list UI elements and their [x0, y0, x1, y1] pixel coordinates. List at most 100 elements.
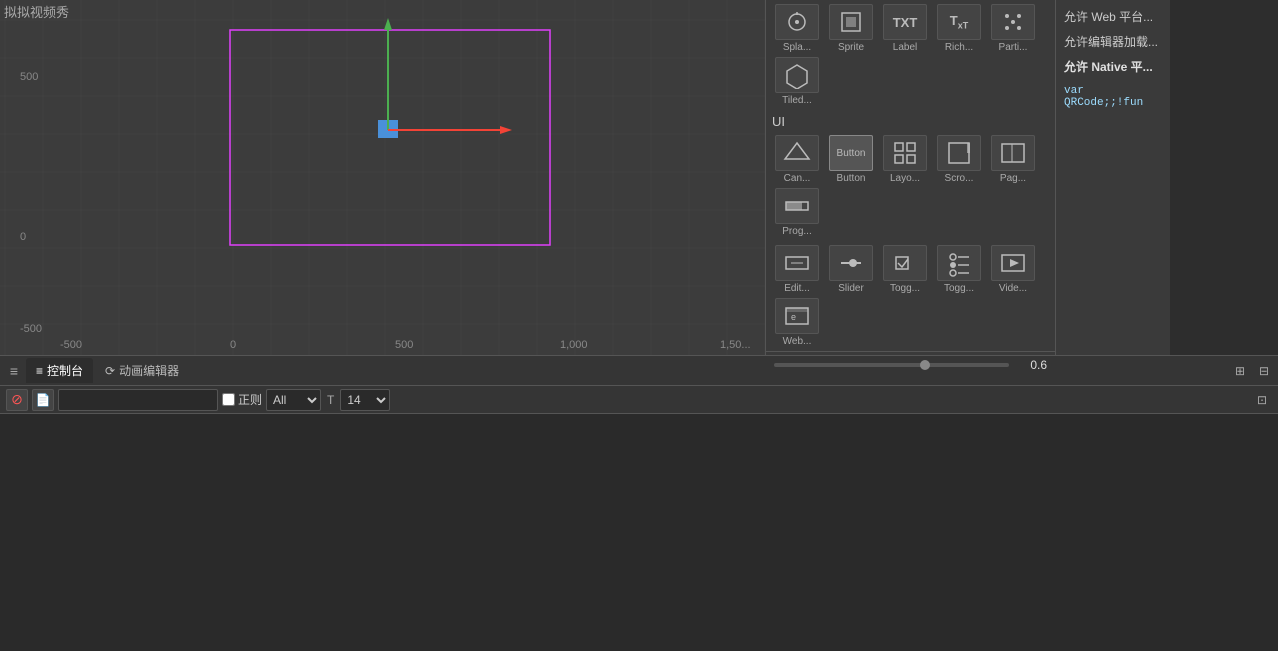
- svg-text:0: 0: [20, 231, 26, 243]
- zoom-slider-value: 0.6: [1015, 358, 1047, 372]
- tab-console-icon: ≡: [36, 364, 43, 378]
- layout-component-icon: [883, 135, 927, 171]
- richtext-label: Rich...: [945, 42, 973, 53]
- canvas-component-label: Can...: [784, 173, 811, 184]
- clear-btn[interactable]: ⊘: [6, 389, 28, 411]
- ui-icons-row1: Can... Button Button Layo...: [766, 131, 1055, 241]
- svg-text:e: e: [791, 312, 796, 322]
- canvas-grid-svg: 500 0 -500 -500 0 500 1,000 1,50...: [0, 0, 765, 355]
- button-component-icon: Button: [829, 135, 873, 171]
- tab-menu-icon[interactable]: ≡: [4, 361, 24, 381]
- tab-expand-btn[interactable]: ⊞: [1230, 361, 1250, 381]
- particle-icon-box: [991, 4, 1035, 40]
- richtext-icon-box: TxT: [937, 4, 981, 40]
- tab-anim-icon: ⟳: [105, 364, 115, 378]
- tab-console-label: 控制台: [47, 362, 83, 379]
- svg-text:500: 500: [395, 339, 413, 351]
- canvas-component-item[interactable]: Can...: [772, 135, 822, 184]
- particle-icon-item[interactable]: Parti...: [988, 4, 1038, 53]
- tab-console[interactable]: ≡ 控制台: [26, 358, 93, 383]
- zoom-slider-thumb[interactable]: [920, 360, 930, 370]
- sprite-icon-box: [829, 4, 873, 40]
- bottom-tab-bar: ≡ ≡ 控制台 ⟳ 动画编辑器 ⊞ ⊟: [0, 356, 1278, 386]
- tab-anim-editor[interactable]: ⟳ 动画编辑器: [95, 358, 189, 383]
- label-label: Label: [893, 42, 917, 53]
- font-size-select[interactable]: 14 12 16: [340, 389, 390, 411]
- tab-anim-label: 动画编辑器: [119, 362, 179, 379]
- richtext-icon-item[interactable]: TxT Rich...: [934, 4, 984, 53]
- toolbar-separator: T: [325, 393, 336, 407]
- videoplayer-component-icon: [991, 245, 1035, 281]
- particle-label: Parti...: [999, 42, 1028, 53]
- webview-component-icon: e: [775, 298, 819, 334]
- perm-editor-addon: 允许编辑器加载...: [1056, 29, 1170, 54]
- sprite-icon-item[interactable]: Sprite: [826, 4, 876, 53]
- pageview-component-label: Pag...: [1000, 173, 1026, 184]
- scrollview-component-label: Scro...: [945, 173, 974, 184]
- console-maximize-btn[interactable]: ⊡: [1252, 390, 1272, 410]
- label-icon-box: TXT: [883, 4, 927, 40]
- svg-text:-500: -500: [20, 323, 42, 335]
- toggle-component-icon: [883, 245, 927, 281]
- top-icons-row: Spla... Sprite TXT Label TxT: [766, 0, 1055, 110]
- scrollview-component-item[interactable]: Scro...: [934, 135, 984, 184]
- tab-right-icons: ⊞ ⊟: [1230, 361, 1274, 381]
- tiledmap-icon-item[interactable]: Tiled...: [772, 57, 822, 106]
- console-toolbar-right: ⊡: [1252, 390, 1272, 410]
- slider-component-icon: [829, 245, 873, 281]
- log-level-select[interactable]: All Log Warn Error: [266, 389, 321, 411]
- code-snippet: var QRCode;;!fun: [1056, 79, 1170, 115]
- slider-component-item[interactable]: Slider: [826, 245, 876, 294]
- ui-icons-row2: Edit... Slider: [766, 241, 1055, 351]
- videoplayer-component-item[interactable]: Vide...: [988, 245, 1038, 294]
- editbox-component-label: Edit...: [784, 283, 810, 294]
- progressbar-component-item[interactable]: Prog...: [772, 188, 822, 237]
- svg-text:0: 0: [230, 339, 236, 351]
- perm-native: 允许 Native 平...: [1056, 54, 1170, 79]
- canvas-component-icon: [775, 135, 819, 171]
- webview-component-item[interactable]: e Web...: [772, 298, 822, 347]
- permissions-panel: 允许 Web 平台... 允许编辑器加载... 允许 Native 平... v…: [1055, 0, 1170, 355]
- layout-component-item[interactable]: Layo...: [880, 135, 930, 184]
- regex-label: 正则: [238, 391, 262, 408]
- togglegroup-component-label: Togg...: [944, 283, 974, 294]
- toggle-component-item[interactable]: Togg...: [880, 245, 930, 294]
- svg-text:500: 500: [20, 71, 38, 83]
- tiledmap-label: Tiled...: [782, 95, 812, 106]
- toggle-component-label: Togg...: [890, 283, 920, 294]
- sprite-label: Sprite: [838, 42, 864, 53]
- editbox-component-item[interactable]: Edit...: [772, 245, 822, 294]
- canvas-viewport: 500 0 -500 -500 0 500 1,000 1,50...: [0, 0, 765, 355]
- svg-text:1,50...: 1,50...: [720, 339, 751, 351]
- splash-icon-box: [775, 4, 819, 40]
- layout-component-label: Layo...: [890, 173, 920, 184]
- search-input[interactable]: [58, 389, 218, 411]
- svg-text:1,000: 1,000: [560, 339, 588, 351]
- label-icon-item[interactable]: TXT Label: [880, 4, 930, 53]
- scrollview-component-icon: [937, 135, 981, 171]
- tiledmap-icon-box: [775, 57, 819, 93]
- pageview-component-item[interactable]: Pag...: [988, 135, 1038, 184]
- pageview-component-icon: [991, 135, 1035, 171]
- regex-checkbox-label[interactable]: 正则: [222, 391, 262, 408]
- console-toolbar: ⊘ 📄 正则 All Log Warn Error T 14 12 16 ⊡: [0, 386, 1278, 414]
- button-component-label: Button: [837, 173, 866, 184]
- progressbar-component-icon: [775, 188, 819, 224]
- slider-component-label: Slider: [838, 283, 864, 294]
- zoom-slider-track[interactable]: [774, 363, 1009, 367]
- doc-btn[interactable]: 📄: [32, 389, 54, 411]
- splash-icon-item[interactable]: Spla...: [772, 4, 822, 53]
- button-component-item[interactable]: Button Button: [826, 135, 876, 184]
- bottom-panel: ≡ ≡ 控制台 ⟳ 动画编辑器 ⊞ ⊟ ⊘ 📄 正则 All Log Warn: [0, 355, 1278, 651]
- progressbar-component-label: Prog...: [782, 226, 811, 237]
- doc-icon: 📄: [36, 393, 51, 407]
- console-output: [0, 414, 1278, 651]
- webview-component-label: Web...: [783, 336, 812, 347]
- tab-collapse-btn[interactable]: ⊟: [1254, 361, 1274, 381]
- splash-label: Spla...: [783, 42, 811, 53]
- perm-web: 允许 Web 平台...: [1056, 4, 1170, 29]
- regex-checkbox[interactable]: [222, 393, 235, 406]
- togglegroup-component-item[interactable]: Togg...: [934, 245, 984, 294]
- clear-icon: ⊘: [11, 391, 23, 408]
- videoplayer-component-label: Vide...: [999, 283, 1027, 294]
